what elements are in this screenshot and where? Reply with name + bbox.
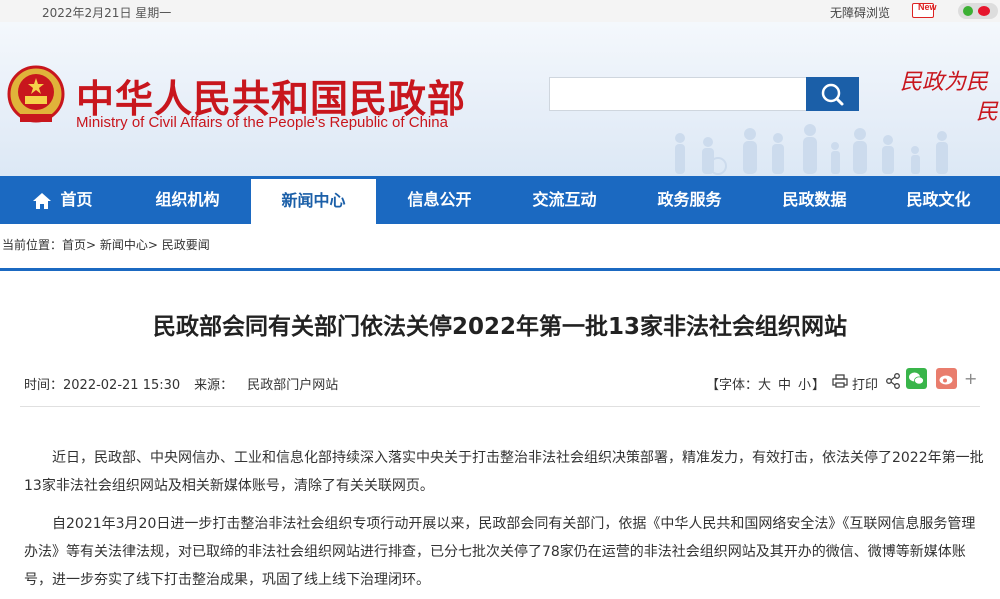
people-silhouette-decoration	[675, 124, 948, 175]
font-small-button[interactable]: 小	[798, 374, 811, 393]
article-paragraph-2: 自2021年3月20日进一步打击整治非法社会组织专项行动开展以来，民政部会同有关…	[24, 516, 976, 588]
article-source: 民政部门户网站	[247, 378, 339, 393]
breadcrumb-divider	[0, 268, 1000, 271]
search-button[interactable]	[806, 77, 859, 111]
new-badge-label: New	[918, 2, 937, 12]
weibo-small-icon[interactable]	[978, 6, 990, 16]
nav-item-label: 交流互动	[532, 190, 597, 209]
nav-item-services[interactable]: 政务服务	[627, 176, 752, 224]
accessibility-link[interactable]: 无障碍浏览	[830, 4, 890, 21]
top-utility-bar: 2022年2月21日 星期一 无障碍浏览 New	[0, 0, 1000, 22]
nav-item-label: 首页	[60, 190, 93, 209]
share-icon[interactable]	[886, 373, 900, 389]
publish-time: 2022-02-21 15:30	[63, 378, 181, 393]
nav-item-label: 组织机构	[155, 190, 220, 209]
nav-item-interaction[interactable]: 交流互动	[502, 176, 627, 224]
site-title-english: Ministry of Civil Affairs of the People'…	[76, 114, 448, 131]
breadcrumb: 当前位置：首页> 新闻中心> 民政要闻	[2, 238, 210, 252]
nav-item-organization[interactable]: 组织机构	[125, 176, 250, 224]
font-size-label: 【字体：	[706, 378, 759, 393]
home-icon	[33, 192, 52, 209]
nav-item-data[interactable]: 民政数据	[752, 176, 877, 224]
nav-item-label: 信息公开	[407, 190, 472, 209]
new-badge-icon[interactable]: New	[912, 2, 937, 18]
article-meta: 时间：2022-02-21 15:30 来源： 民政部门户网站	[24, 374, 338, 393]
print-button[interactable]: 打印	[852, 374, 878, 393]
social-share-icons[interactable]	[958, 3, 998, 19]
breadcrumb-current[interactable]: 民政要闻	[162, 238, 210, 252]
nav-item-home[interactable]: 首页	[0, 176, 125, 224]
current-date: 2022年2月21日 星期一	[42, 6, 172, 20]
article-paragraph-1: 近日，民政部、中央网信办、工业和信息化部持续深入落实中央关于打击整治非法社会组织…	[24, 450, 984, 494]
article-divider	[20, 406, 980, 407]
weibo-share-button[interactable]	[936, 368, 957, 389]
main-navigation: 首页 组织机构 新闻中心 信息公开 交流互动 政务服务 民政数据 民政文化	[0, 176, 1000, 224]
time-label: 时间：	[24, 378, 64, 393]
site-header: 中华人民共和国民政部 Ministry of Civil Affairs of …	[0, 22, 1000, 176]
article-title: 民政部会同有关部门依法关停2022年第一批13家非法社会组织网站	[152, 314, 848, 340]
nav-item-label: 政务服务	[657, 190, 722, 209]
nav-item-label: 民政数据	[782, 190, 847, 209]
weibo-icon	[939, 375, 953, 385]
slogan-line-1: 民政为民	[900, 70, 989, 95]
nav-item-label: 新闻中心	[281, 191, 346, 210]
wechat-share-button[interactable]	[906, 368, 927, 389]
wechat-small-icon[interactable]	[963, 6, 973, 16]
nav-item-label: 民政文化	[906, 190, 971, 209]
more-share-icon[interactable]: +	[964, 369, 977, 388]
breadcrumb-news-center[interactable]: 新闻中心	[100, 238, 148, 252]
search-icon	[821, 83, 844, 106]
font-size-close: 】	[812, 378, 826, 393]
nav-item-news-center[interactable]: 新闻中心	[251, 176, 376, 224]
nav-item-info-disclosure[interactable]: 信息公开	[377, 176, 502, 224]
source-label: 来源：	[194, 378, 234, 393]
wechat-icon	[909, 372, 924, 385]
search-input[interactable]	[549, 77, 807, 111]
breadcrumb-home[interactable]: 首页	[62, 238, 86, 252]
national-emblem-icon	[7, 65, 65, 123]
breadcrumb-prefix: 当前位置：	[2, 238, 63, 252]
font-large-button[interactable]: 大	[758, 374, 771, 393]
nav-item-culture[interactable]: 民政文化	[877, 176, 1000, 224]
print-icon[interactable]	[832, 374, 848, 388]
font-medium-button[interactable]: 中	[778, 374, 791, 393]
